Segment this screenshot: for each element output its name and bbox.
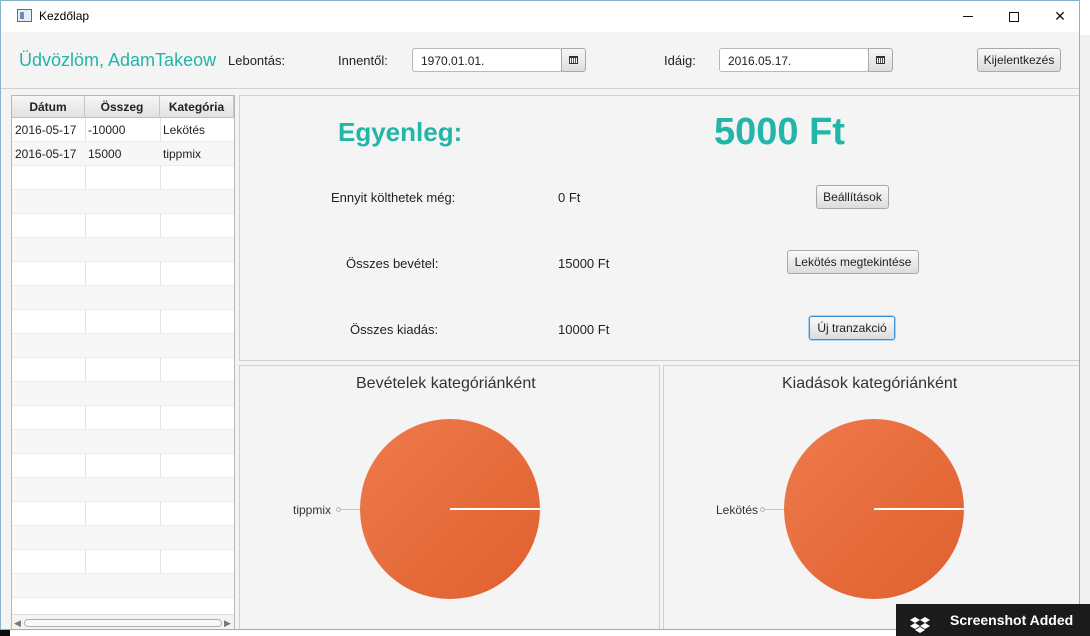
from-date-input[interactable]: 1970.01.01. bbox=[412, 48, 562, 72]
cell-amount: -10000 bbox=[88, 123, 126, 137]
total-expense-label: Összes kiadás: bbox=[350, 322, 439, 337]
table-row[interactable] bbox=[12, 238, 234, 262]
table-row[interactable] bbox=[12, 406, 234, 430]
from-date-label: Innentől: bbox=[338, 53, 388, 68]
table-header: Dátum Összeg Kategória bbox=[12, 96, 234, 118]
table-row[interactable] bbox=[12, 454, 234, 478]
column-header-amount[interactable]: Összeg bbox=[85, 96, 160, 118]
view-deposit-button[interactable]: Lekötés megtekintése bbox=[787, 250, 919, 274]
close-button[interactable]: ✕ bbox=[1037, 1, 1079, 32]
total-income-value: 15000 Ft bbox=[558, 256, 610, 271]
minimize-button[interactable] bbox=[945, 1, 991, 32]
from-date-picker-button[interactable] bbox=[561, 48, 586, 72]
pie-slice-label: Lekötés bbox=[716, 503, 759, 517]
expense-pie-chart bbox=[784, 419, 964, 599]
maximize-icon bbox=[1009, 11, 1019, 22]
table-row[interactable] bbox=[12, 382, 234, 406]
to-date-label: Idáig: bbox=[664, 53, 696, 68]
maximize-button[interactable] bbox=[991, 1, 1037, 32]
calendar-icon bbox=[876, 56, 885, 64]
income-chart-title: Bevételek kategóriánként bbox=[356, 375, 536, 392]
spendable-value: 0 Ft bbox=[558, 190, 581, 205]
welcome-text: Üdvözlöm, AdamTakeow bbox=[19, 50, 217, 70]
window-title: Kezdőlap bbox=[39, 9, 90, 23]
scroll-left-icon[interactable]: ◀ bbox=[14, 618, 21, 629]
table-row[interactable] bbox=[12, 526, 234, 550]
cell-amount: 15000 bbox=[88, 147, 122, 161]
table-row[interactable] bbox=[12, 502, 234, 526]
background-window bbox=[1080, 35, 1090, 636]
table-row[interactable] bbox=[12, 478, 234, 502]
balance-label: Egyenleg: bbox=[338, 117, 463, 147]
table-row[interactable] bbox=[12, 214, 234, 238]
dropbox-icon bbox=[910, 617, 930, 633]
table-row[interactable] bbox=[12, 310, 234, 334]
column-header-category[interactable]: Kategória bbox=[160, 96, 234, 118]
income-pie-chart bbox=[360, 419, 540, 599]
pie-label-leader-dot bbox=[336, 507, 341, 512]
to-date-input[interactable]: 2016.05.17. bbox=[719, 48, 869, 72]
table-row[interactable]: 2016-05-17 15000 tippmix bbox=[12, 142, 234, 166]
cell-date: 2016-05-17 bbox=[15, 147, 77, 161]
app-icon bbox=[17, 9, 32, 22]
horizontal-scrollbar[interactable]: ◀ ▶ bbox=[12, 614, 234, 629]
scrollbar-thumb[interactable] bbox=[24, 619, 222, 627]
table-row[interactable] bbox=[12, 430, 234, 454]
app-window: Kezdőlap ✕ Üdvözlöm, AdamTakeow Lebontás… bbox=[0, 0, 1080, 630]
to-date-picker-button[interactable] bbox=[868, 48, 893, 72]
cell-category: tippmix bbox=[163, 147, 202, 161]
table-row[interactable] bbox=[12, 550, 234, 574]
settings-button[interactable]: Beállítások bbox=[816, 185, 889, 209]
cell-category: Lekötés bbox=[163, 123, 206, 137]
pie-slice-label: tippmix bbox=[293, 503, 332, 517]
calendar-icon bbox=[569, 56, 578, 64]
transactions-table[interactable]: Dátum Összeg Kategória 2016-05-17 -10000 L… bbox=[11, 95, 235, 629]
cell-date: 2016-05-17 bbox=[15, 123, 77, 137]
breakdown-label: Lebontás: bbox=[228, 53, 286, 68]
balance-value: 5000 Ft bbox=[714, 111, 845, 153]
close-icon: ✕ bbox=[1054, 8, 1066, 24]
table-row[interactable] bbox=[12, 286, 234, 310]
scroll-right-icon[interactable]: ▶ bbox=[224, 618, 231, 629]
table-row[interactable] bbox=[12, 262, 234, 286]
expense-chart-title: Kiadások kategóriánként bbox=[782, 375, 958, 392]
table-row[interactable] bbox=[12, 334, 234, 358]
total-income-label: Összes bevétel: bbox=[346, 256, 439, 271]
table-row[interactable] bbox=[12, 190, 234, 214]
table-row[interactable] bbox=[12, 166, 234, 190]
table-row[interactable]: 2016-05-17 -10000 Lekötés bbox=[12, 118, 234, 142]
total-expense-value: 10000 Ft bbox=[558, 322, 610, 337]
column-header-date[interactable]: Dátum bbox=[12, 96, 85, 118]
new-transaction-button[interactable]: Új tranzakció bbox=[809, 316, 895, 340]
notification-text: Screenshot Added bbox=[950, 612, 1074, 628]
dropbox-notification[interactable]: Screenshot Added bbox=[896, 604, 1090, 636]
table-row[interactable] bbox=[12, 574, 234, 598]
spendable-label: Ennyit költhetek még: bbox=[331, 190, 456, 205]
pie-label-leader-dot bbox=[760, 507, 765, 512]
title-bar: Kezdőlap ✕ bbox=[1, 1, 1079, 32]
table-row[interactable] bbox=[12, 358, 234, 382]
logout-button[interactable]: Kijelentkezés bbox=[977, 48, 1061, 72]
minimize-icon bbox=[963, 16, 973, 17]
